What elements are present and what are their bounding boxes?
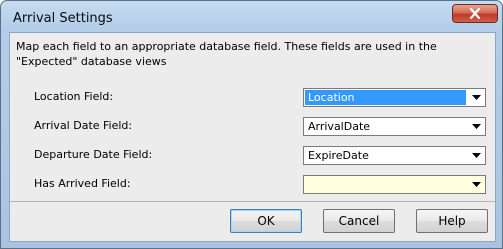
dropdown-arrow-icon[interactable] xyxy=(468,89,485,106)
departure-date-field-dropdown[interactable]: ExpireDate xyxy=(303,146,486,165)
close-button[interactable] xyxy=(452,4,498,23)
dropdown-arrow-icon[interactable] xyxy=(468,147,485,164)
dialog-window: Arrival Settings Map each field to an ap… xyxy=(0,0,503,249)
arrival-date-field-value: ArrivalDate xyxy=(308,120,371,133)
location-field-label: Location Field: xyxy=(34,90,114,103)
departure-date-field-label: Departure Date Field: xyxy=(34,148,153,161)
help-button[interactable]: Help xyxy=(416,209,488,233)
ok-button[interactable]: OK xyxy=(230,209,302,233)
dialog-body: Map each field to an appropriate databas… xyxy=(9,32,496,242)
arrival-date-field-label: Arrival Date Field: xyxy=(34,119,133,132)
has-arrived-field-dropdown[interactable] xyxy=(303,175,486,194)
departure-date-field-value: ExpireDate xyxy=(308,149,369,162)
close-icon xyxy=(469,8,481,19)
window-title: Arrival Settings xyxy=(13,11,113,26)
description-text: Map each field to an appropriate databas… xyxy=(16,40,437,68)
dropdown-arrow-icon[interactable] xyxy=(468,176,485,193)
separator xyxy=(10,201,495,202)
arrival-date-field-dropdown[interactable]: ArrivalDate xyxy=(303,117,486,136)
has-arrived-field-value xyxy=(305,177,308,192)
dropdown-arrow-icon[interactable] xyxy=(468,118,485,135)
has-arrived-field-label: Has Arrived Field: xyxy=(34,177,131,190)
location-field-value: Location xyxy=(305,90,466,105)
cancel-button[interactable]: Cancel xyxy=(323,209,395,233)
location-field-dropdown[interactable]: Location xyxy=(303,88,486,107)
